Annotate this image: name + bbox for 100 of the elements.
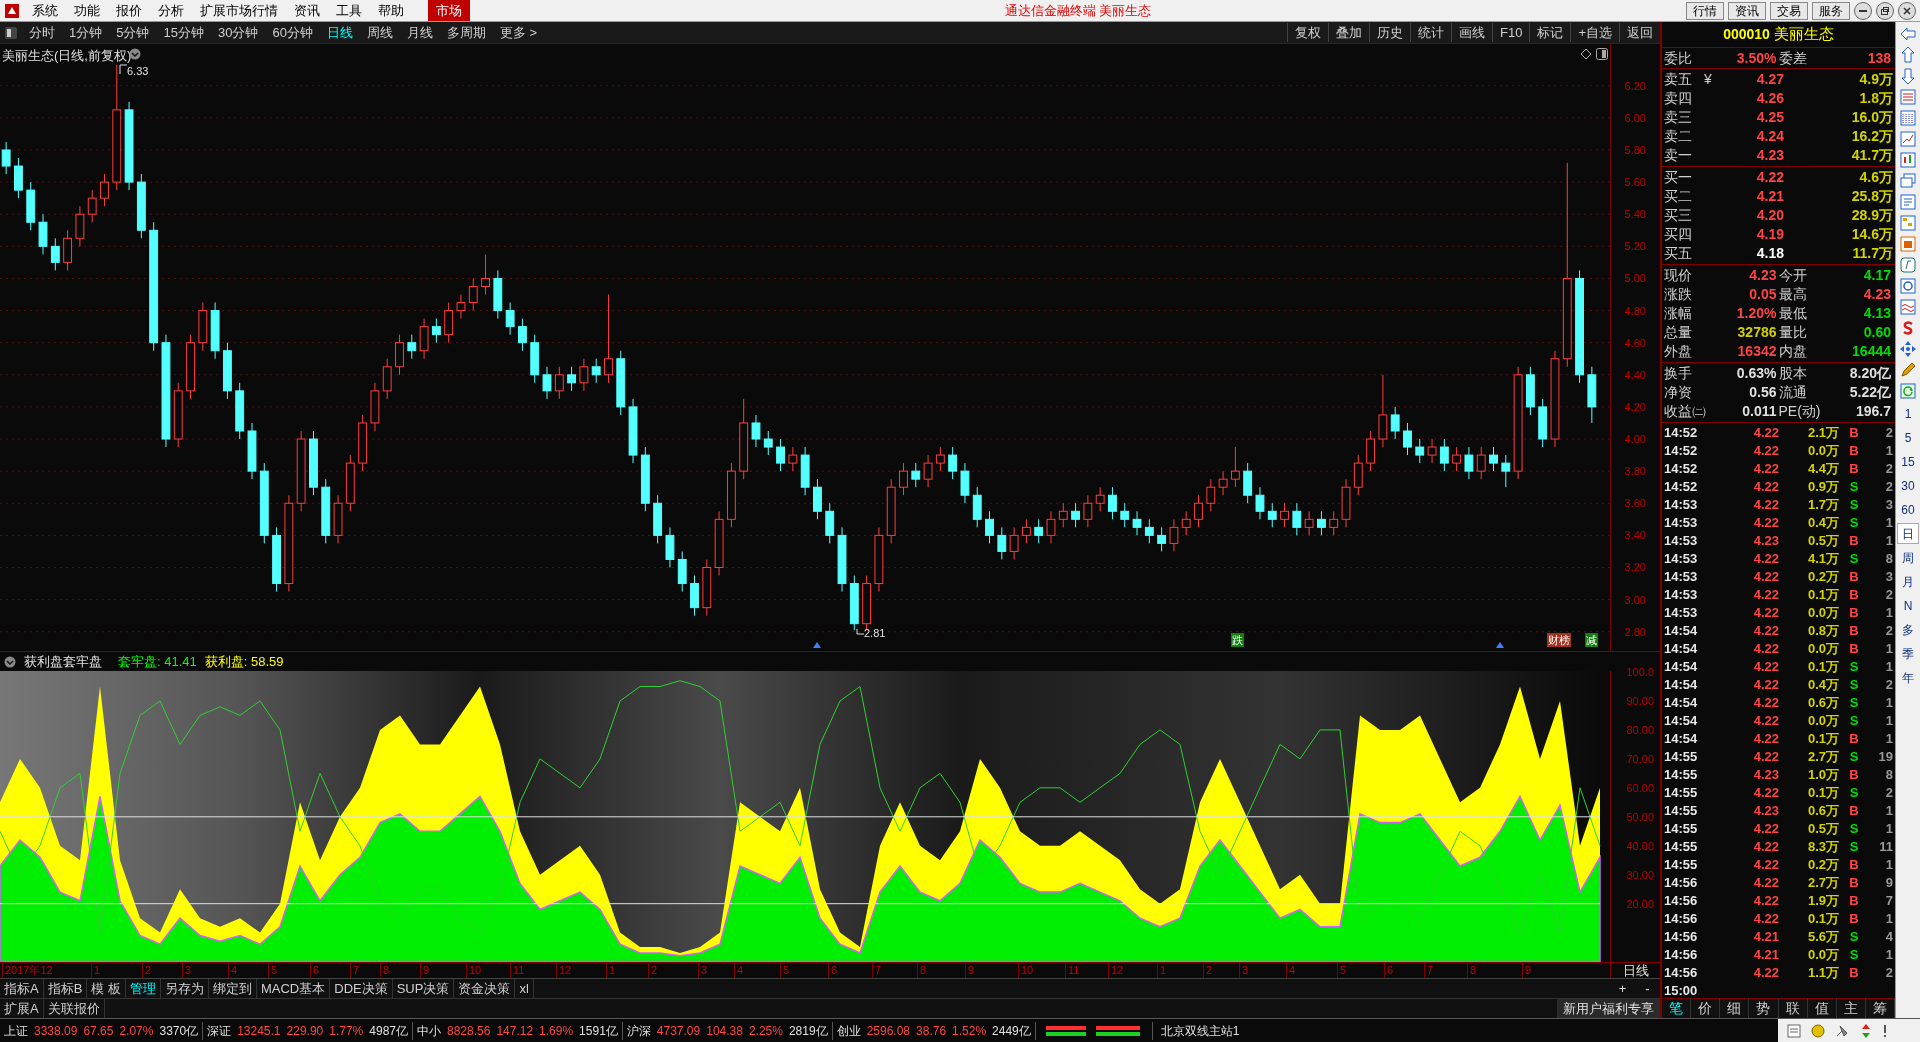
period-tab[interactable]: 多周期	[439, 22, 493, 43]
app-logo-icon[interactable]	[4, 2, 20, 19]
quote-value: 16342	[1737, 342, 1777, 361]
period-tab[interactable]: 60分钟	[265, 22, 320, 43]
index-percent: 1.69%	[539, 1022, 574, 1040]
period-shortcut[interactable]: 60	[1897, 499, 1919, 520]
order-price: 4.24	[1755, 127, 1784, 146]
period-shortcut[interactable]: 30	[1897, 475, 1919, 496]
tool-button[interactable]: 叠加	[1328, 22, 1369, 43]
menu-item[interactable]: 功能	[66, 0, 108, 21]
period-shortcut[interactable]: 季	[1897, 643, 1919, 664]
event-marker[interactable]: 减	[1585, 633, 1598, 647]
trade-count: 1	[1884, 694, 1893, 713]
candle	[1144, 518, 1154, 544]
function-icon[interactable]	[1899, 256, 1917, 274]
tool-button[interactable]: +自选	[1570, 22, 1619, 43]
calendar-icon[interactable]	[1899, 235, 1917, 253]
menu-item[interactable]: 系统	[24, 0, 66, 21]
candle	[1083, 494, 1093, 528]
candle	[800, 446, 810, 496]
up-arrow-icon[interactable]	[1899, 46, 1917, 64]
panel-toggle-icon[interactable]	[1596, 48, 1608, 60]
zoom-button[interactable]: -	[1635, 978, 1660, 999]
candle	[247, 422, 257, 480]
quote-value: 0.60	[1863, 323, 1891, 342]
period-shortcut[interactable]: 年	[1897, 667, 1919, 688]
coin-icon[interactable]	[1810, 1022, 1826, 1039]
table-icon[interactable]	[1899, 109, 1917, 127]
restore-button[interactable]	[1876, 1, 1894, 20]
tool-button[interactable]: 统计	[1410, 22, 1451, 43]
move-icon[interactable]	[1899, 340, 1917, 358]
candlestick-icon[interactable]	[1899, 151, 1917, 169]
period-shortcut[interactable]: 1	[1897, 403, 1919, 424]
wave-icon[interactable]	[1899, 298, 1917, 316]
period-shortcut[interactable]: 15	[1897, 451, 1919, 472]
quote-label: 委比	[1664, 48, 1692, 68]
tool-button[interactable]: 画线	[1451, 22, 1492, 43]
line-chart-icon[interactable]	[1899, 130, 1917, 148]
collapse-icon[interactable]	[4, 655, 16, 668]
period-tab[interactable]: 周线	[359, 22, 400, 43]
period-shortcut[interactable]: 月	[1897, 571, 1919, 592]
menu-item[interactable]: 市场	[428, 0, 470, 21]
close-button[interactable]	[1898, 1, 1916, 20]
period-tab[interactable]: 5分钟	[109, 22, 157, 43]
down-arrow-icon[interactable]	[1899, 67, 1917, 85]
indicator-axis-label: 50.00	[1626, 809, 1654, 824]
trade-count: 4	[1884, 928, 1893, 947]
panel-toggle-icon[interactable]	[4, 25, 18, 40]
pencil-icon[interactable]	[1899, 361, 1917, 379]
refresh-icon[interactable]	[1899, 382, 1917, 400]
period-tab[interactable]: 1分钟	[62, 22, 110, 43]
header-button[interactable]: 服务	[1812, 1, 1850, 20]
tool-button[interactable]: F10	[1492, 22, 1530, 43]
quote-label: 流通	[1778, 383, 1807, 402]
period-tab[interactable]: 分时	[22, 22, 62, 43]
trade-time: 14:56	[1664, 910, 1699, 929]
zoom-button[interactable]: +	[1610, 978, 1635, 999]
candle	[1587, 366, 1597, 424]
tool-button[interactable]: 复权	[1287, 22, 1328, 43]
trade-time: 14:52	[1664, 478, 1699, 497]
event-marker[interactable]: 跌	[1231, 633, 1244, 647]
period-shortcut[interactable]: 周	[1897, 547, 1919, 568]
header-button[interactable]: 资讯	[1728, 1, 1766, 20]
more-link[interactable]: 更多 >	[492, 22, 545, 43]
menu-item[interactable]: 扩展市场行情	[192, 0, 286, 21]
menu-item[interactable]: 工具	[328, 0, 370, 21]
order-volume: 14.6万	[1850, 225, 1893, 244]
promo-link[interactable]: 新用户福利专享	[1557, 998, 1660, 1019]
candle	[542, 366, 552, 400]
period-tab[interactable]: 日线	[319, 22, 360, 43]
period-tab[interactable]: 月线	[399, 22, 440, 43]
period-shortcut[interactable]: 多	[1897, 619, 1919, 640]
tool-button[interactable]: 历史	[1369, 22, 1410, 43]
candle	[948, 446, 958, 480]
price-axis-label: 2.80	[1624, 624, 1646, 639]
menu-item[interactable]: 分析	[150, 0, 192, 21]
period-shortcut[interactable]: N	[1897, 595, 1919, 616]
period-tab[interactable]: 15分钟	[156, 22, 211, 43]
trade-time: 14:53	[1664, 568, 1699, 587]
candle	[1280, 502, 1289, 528]
trade-volume: 4.1万	[1806, 550, 1839, 569]
tool-button[interactable]: 标记	[1529, 22, 1571, 43]
menu-item[interactable]: 帮助	[370, 0, 412, 21]
period-shortcut[interactable]: 5	[1897, 427, 1919, 448]
trade-price: 4.22	[1752, 442, 1779, 461]
period-tab[interactable]: 30分钟	[210, 22, 266, 43]
windows-icon[interactable]	[1899, 172, 1917, 190]
left-arrow-icon[interactable]	[1899, 25, 1917, 43]
minimize-button[interactable]	[1854, 1, 1872, 20]
menu-item[interactable]: 报价	[108, 0, 150, 21]
event-marker[interactable]: 财榜	[1547, 633, 1571, 647]
period-shortcut[interactable]: 日	[1897, 523, 1919, 544]
index-name: 创业	[836, 1022, 861, 1040]
menu-item[interactable]: 资讯	[286, 0, 328, 21]
header-button[interactable]: 行情	[1686, 1, 1724, 20]
diamond-icon[interactable]	[1580, 48, 1592, 60]
header-button[interactable]: 交易	[1770, 1, 1808, 20]
alert-icon[interactable]	[1882, 1022, 1888, 1039]
candle	[1464, 446, 1474, 480]
tool-button[interactable]: 返回	[1619, 22, 1660, 43]
